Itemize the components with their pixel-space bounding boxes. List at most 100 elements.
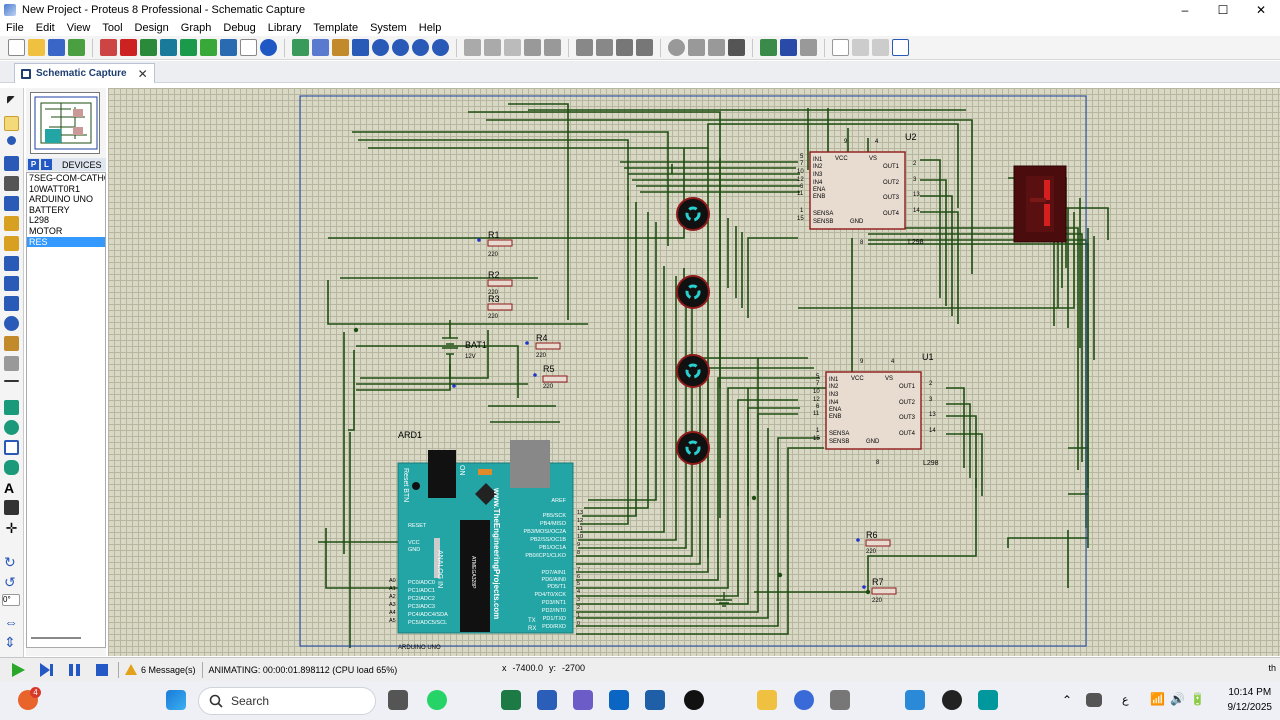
pick-devices-icon[interactable] bbox=[668, 39, 685, 56]
origin-icon[interactable] bbox=[332, 39, 349, 56]
seven-segment-display[interactable] bbox=[1013, 165, 1067, 243]
help-icon[interactable] bbox=[260, 39, 277, 56]
file-explorer-icon[interactable] bbox=[757, 690, 777, 710]
mirror-horizontal-icon[interactable]: ⇔ bbox=[4, 614, 19, 630]
exit-to-parent-icon[interactable] bbox=[872, 39, 889, 56]
tape-recorder-icon[interactable] bbox=[4, 296, 19, 311]
save-icon[interactable] bbox=[48, 39, 65, 56]
paste-icon[interactable] bbox=[544, 39, 561, 56]
menu-view[interactable]: View bbox=[61, 22, 97, 34]
app-icon[interactable] bbox=[645, 690, 665, 710]
message-indicator[interactable]: 6 Message(s) bbox=[125, 664, 196, 675]
task-view-icon[interactable] bbox=[388, 690, 408, 710]
rotate-anticlockwise-icon[interactable]: ↺ bbox=[4, 574, 19, 590]
design-explorer-icon[interactable] bbox=[220, 39, 237, 56]
redo-icon[interactable] bbox=[484, 39, 501, 56]
close-tab-icon[interactable]: ✕ bbox=[138, 67, 148, 81]
path-tool-icon[interactable] bbox=[4, 460, 19, 475]
circle-tool-icon[interactable] bbox=[4, 420, 19, 435]
device-item[interactable]: MOTOR bbox=[27, 226, 105, 237]
box-tool-icon[interactable] bbox=[4, 400, 19, 415]
graph-mode-icon[interactable] bbox=[4, 276, 19, 291]
motor-3[interactable] bbox=[676, 354, 710, 388]
device-list-scrollbar[interactable] bbox=[31, 637, 81, 639]
device-item-selected[interactable]: RES bbox=[27, 236, 105, 248]
selection-mode-icon[interactable] bbox=[7, 96, 15, 104]
device-item[interactable]: BATTERY bbox=[27, 205, 105, 216]
component-mode-icon[interactable] bbox=[4, 116, 19, 131]
resistor-r1[interactable]: R1 220 bbox=[477, 230, 513, 258]
motor-2[interactable] bbox=[676, 275, 710, 309]
menu-template[interactable]: Template bbox=[307, 22, 364, 34]
undo-icon[interactable] bbox=[464, 39, 481, 56]
clock[interactable]: 10:14 PM 9/12/2025 bbox=[1228, 685, 1273, 715]
pan-icon[interactable] bbox=[352, 39, 369, 56]
search-tag-icon[interactable] bbox=[780, 39, 797, 56]
design-notes-icon[interactable] bbox=[892, 39, 909, 56]
cut-icon[interactable] bbox=[504, 39, 521, 56]
mirror-vertical-icon[interactable]: ⇕ bbox=[4, 634, 19, 650]
home-icon[interactable] bbox=[100, 39, 117, 56]
menu-system[interactable]: System bbox=[364, 22, 413, 34]
resistor-r5[interactable]: R5 220 bbox=[533, 364, 568, 390]
marker-tool-icon[interactable]: ✛ bbox=[4, 520, 19, 536]
schematic-canvas[interactable]: U2 L298 IN1 IN2 IN3 IN4 ENA ENB SENSA SE… bbox=[108, 88, 1280, 656]
l298-driver-u2[interactable]: U2 L298 IN1 IN2 IN3 IN4 ENA ENB SENSA SE… bbox=[797, 132, 924, 246]
wire-autorouter-icon[interactable] bbox=[760, 39, 777, 56]
symbol-tool-icon[interactable] bbox=[4, 500, 19, 515]
battery-icon[interactable]: 🔋 bbox=[1190, 692, 1205, 706]
zoom-out-icon[interactable] bbox=[392, 39, 409, 56]
subcircuit-icon[interactable] bbox=[4, 216, 19, 231]
terminals-icon[interactable] bbox=[4, 236, 19, 251]
arduino-ide-icon[interactable] bbox=[978, 690, 998, 710]
cloud-sync-icon[interactable] bbox=[1086, 693, 1102, 707]
zoom-all-icon[interactable] bbox=[412, 39, 429, 56]
taskbar-search[interactable]: Search bbox=[198, 687, 376, 715]
pcb-layout-icon[interactable] bbox=[140, 39, 157, 56]
generator-icon[interactable] bbox=[4, 316, 19, 331]
tray-overflow-icon[interactable]: ⌃ bbox=[1062, 693, 1072, 707]
tab-schematic-capture[interactable]: Schematic Capture ✕ bbox=[14, 63, 155, 83]
device-item[interactable]: 10WATT0R1 bbox=[27, 184, 105, 195]
refresh-icon[interactable] bbox=[292, 39, 309, 56]
menu-tool[interactable]: Tool bbox=[96, 22, 128, 34]
whatsapp-icon[interactable] bbox=[427, 690, 447, 710]
minimize-button[interactable]: – bbox=[1166, 0, 1204, 20]
motor-4[interactable] bbox=[676, 431, 710, 465]
text-tool-icon[interactable]: A bbox=[4, 480, 19, 496]
virtual-instruments-icon[interactable] bbox=[4, 356, 19, 371]
volume-icon[interactable]: 🔊 bbox=[1170, 692, 1185, 706]
pause-button[interactable] bbox=[64, 661, 84, 679]
windows-start-icon[interactable] bbox=[166, 690, 186, 710]
3d-view-icon[interactable] bbox=[160, 39, 177, 56]
motor-1[interactable] bbox=[676, 197, 710, 231]
grid-icon[interactable] bbox=[312, 39, 329, 56]
linkedin-icon[interactable] bbox=[609, 690, 629, 710]
copy-icon[interactable] bbox=[524, 39, 541, 56]
grammarly-icon[interactable] bbox=[794, 690, 814, 710]
play-button[interactable] bbox=[8, 661, 28, 679]
zoom-in-icon[interactable] bbox=[372, 39, 389, 56]
resistor-r4[interactable]: R4 220 bbox=[525, 333, 561, 359]
arduino-uno-ard1[interactable]: ARD1 Reset BTN ON ANALOG IN ATMEGA328P w… bbox=[389, 430, 583, 651]
stop-button[interactable] bbox=[92, 661, 112, 679]
schematic-icon[interactable] bbox=[120, 39, 137, 56]
copilot-icon[interactable] bbox=[684, 690, 704, 710]
junction-dot-icon[interactable] bbox=[7, 136, 16, 145]
rotate-clockwise-icon[interactable]: ↻ bbox=[4, 554, 19, 570]
bus-icon[interactable] bbox=[4, 196, 19, 211]
l298-driver-u1[interactable]: U1 L298 IN1 IN2 IN3 IN4 ENA ENB SENSA SE… bbox=[813, 352, 939, 467]
step-button[interactable] bbox=[36, 661, 56, 679]
menu-file[interactable]: File bbox=[0, 22, 30, 34]
packaging-tool-icon[interactable] bbox=[708, 39, 725, 56]
word-icon[interactable] bbox=[537, 690, 557, 710]
new-sheet-icon[interactable] bbox=[832, 39, 849, 56]
device-item[interactable]: ARDUINO UNO bbox=[27, 194, 105, 205]
open-folder-icon[interactable] bbox=[28, 39, 45, 56]
make-device-icon[interactable] bbox=[688, 39, 705, 56]
zoom-area-icon[interactable] bbox=[432, 39, 449, 56]
text-script-icon[interactable] bbox=[4, 176, 19, 191]
device-item[interactable]: 7SEG-COM-CATHODE bbox=[27, 173, 105, 184]
resistor-r3[interactable]: R3 220 bbox=[487, 294, 513, 320]
resistor-r6[interactable]: R6 220 bbox=[856, 530, 891, 555]
